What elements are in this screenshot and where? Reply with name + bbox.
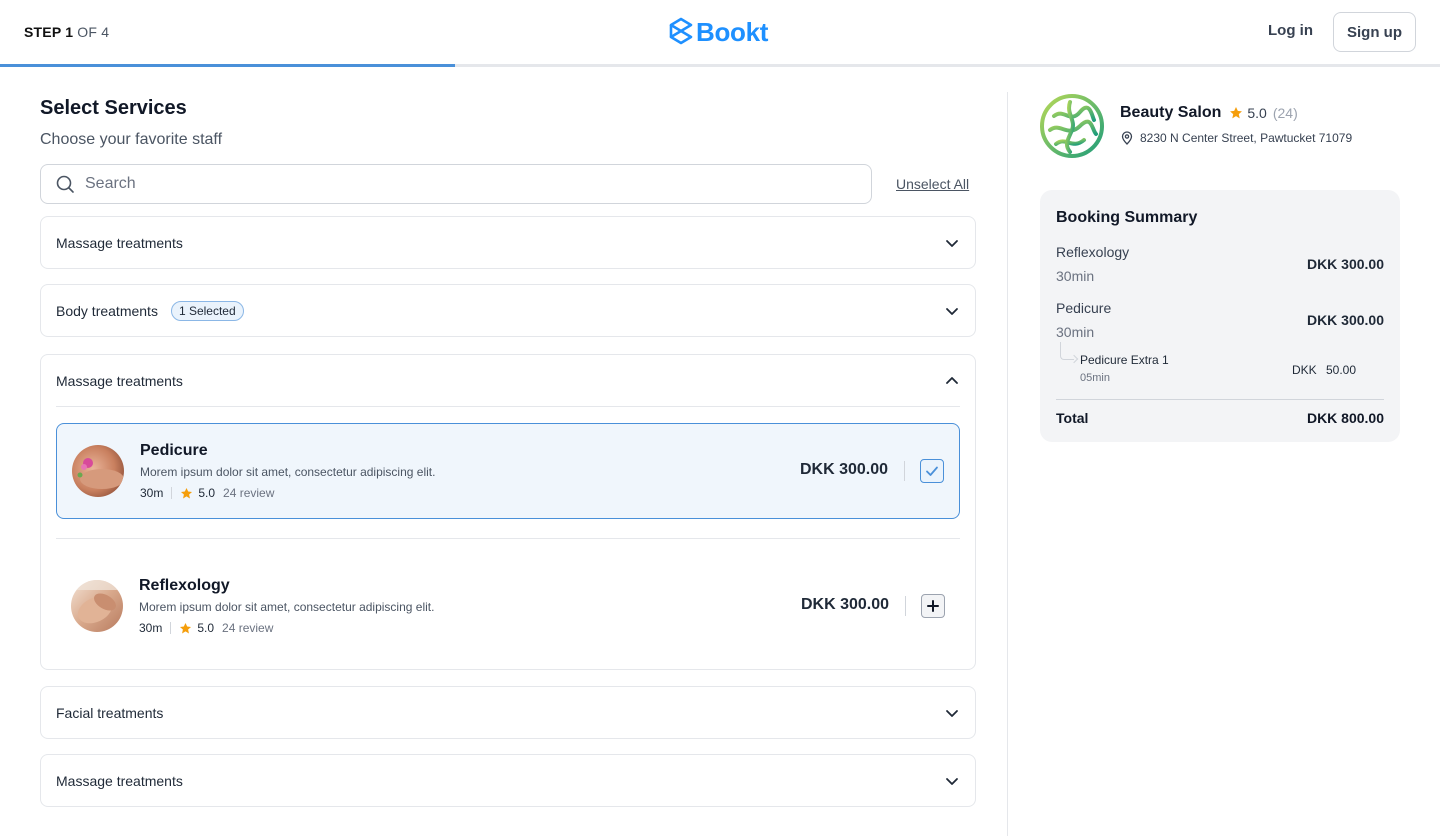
star-icon	[1230, 107, 1243, 119]
salon-address: 8230 N Center Street, Pawtucket 71079	[1120, 131, 1352, 145]
extra-connector-arrow	[1069, 354, 1079, 364]
page-subtitle: Choose your favorite staff	[40, 131, 223, 148]
section-body-treatments: Body treatments 1 Selected	[40, 284, 976, 337]
salon-title: Beauty Salon 5.0 (24)	[1120, 104, 1298, 122]
service-card-reflexology[interactable]: Reflexology Morem ipsum dolor sit amet, …	[56, 559, 960, 655]
section-label: Facial treatments	[56, 704, 164, 721]
chevron-up-icon	[946, 376, 958, 384]
section-header[interactable]: Massage treatments	[41, 755, 975, 806]
add-service-button[interactable]	[921, 594, 945, 618]
checkmark-icon	[926, 466, 938, 476]
service-description: Morem ipsum dolor sit amet, consectetur …	[140, 465, 436, 479]
section-label: Body treatments	[56, 302, 158, 319]
booking-summary: Booking Summary Reflexology 30min DKK 30…	[1040, 190, 1400, 442]
search-input[interactable]	[85, 175, 785, 193]
unselect-all-link[interactable]: Unselect All	[896, 176, 969, 192]
summary-divider	[1056, 399, 1384, 400]
star-icon	[180, 622, 192, 633]
page-title: Select Services	[40, 97, 187, 119]
salon-name: Beauty Salon	[1120, 104, 1222, 121]
step-label: STEP 1	[24, 24, 74, 40]
summary-extra-amount: 50.00	[1326, 363, 1357, 377]
plus-icon	[927, 600, 939, 612]
summary-item-price: DKK 300.00	[1306, 256, 1384, 272]
salon-logo	[1040, 94, 1104, 158]
chevron-down-icon	[946, 307, 958, 315]
step-progress-bar	[0, 64, 1440, 67]
column-divider	[1007, 92, 1008, 836]
service-meta: 30m 5.0 24 review	[139, 621, 273, 635]
service-rating: 5.0	[180, 486, 215, 500]
salon-review-count: (24)	[1272, 105, 1298, 121]
rating-value: 5.0	[198, 486, 216, 500]
meta-separator	[170, 622, 172, 634]
service-select-checkbox[interactable]	[920, 459, 944, 483]
bookt-logo[interactable]: Bookt	[668, 16, 768, 48]
summary-item-duration: 30min	[1056, 268, 1095, 284]
service-duration: 30m	[140, 486, 164, 500]
section-label: Massage treatments	[56, 372, 183, 389]
summary-extra-duration: 05min	[1080, 372, 1110, 384]
chevron-down-icon	[946, 709, 958, 717]
top-header: STEP 1 OF 4 Bookt Log in Sign up	[0, 0, 1440, 64]
service-image-pedicure	[72, 445, 124, 497]
section-header[interactable]: Massage treatments	[41, 355, 975, 406]
section-massage-treatments-2: Massage treatments	[40, 754, 976, 807]
summary-item-price: DKK 300.00	[1306, 312, 1384, 328]
summary-item-duration: 30min	[1056, 324, 1095, 340]
section-header[interactable]: Body treatments 1 Selected	[41, 285, 975, 336]
summary-item-name: Reflexology	[1056, 244, 1130, 260]
service-price: DKK 300.00	[799, 461, 888, 478]
login-link[interactable]: Log in	[1268, 22, 1313, 39]
service-rating: 5.0	[179, 621, 214, 635]
logo-mark-icon	[669, 17, 693, 45]
chevron-down-icon	[946, 239, 958, 247]
section-massage-treatments-expanded: Massage treatments Pedicure Morem ipsum …	[40, 354, 976, 670]
salon-rating-value: 5.0	[1247, 105, 1267, 121]
rating-value: 5.0	[197, 621, 215, 635]
salon-address-text: 8230 N Center Street, Pawtucket 71079	[1140, 131, 1353, 145]
service-name: Pedicure	[140, 442, 208, 459]
summary-item-name: Pedicure	[1056, 300, 1112, 316]
selected-count-badge: 1 Selected	[170, 300, 244, 321]
price-separator	[904, 461, 905, 481]
service-price: DKK 300.00	[800, 596, 889, 613]
step-progress-fill	[0, 64, 456, 67]
section-label: Massage treatments	[56, 772, 183, 789]
service-meta: 30m 5.0 24 review	[140, 486, 274, 500]
summary-total-label: Total	[1056, 410, 1089, 426]
review-count: 24 review	[223, 486, 275, 500]
service-duration: 30m	[139, 621, 163, 635]
search-box[interactable]	[40, 164, 872, 204]
star-icon	[181, 487, 193, 498]
brand-name: Bookt	[696, 16, 769, 47]
section-facial-treatments: Facial treatments	[40, 686, 976, 739]
section-label: Massage treatments	[56, 234, 183, 251]
section-massage-treatments: Massage treatments	[40, 216, 976, 269]
summary-title: Booking Summary	[1056, 209, 1198, 226]
price-separator	[905, 596, 906, 616]
step-of: OF 4	[77, 24, 110, 40]
summary-total-value: DKK 800.00	[1306, 410, 1384, 426]
review-count: 24 review	[222, 621, 274, 635]
step-indicator: STEP 1 OF 4	[24, 24, 109, 40]
signup-button[interactable]: Sign up	[1333, 12, 1416, 52]
summary-extra-currency: DKK	[1292, 363, 1317, 377]
salon-rating: 5.0 (24)	[1229, 105, 1298, 121]
chevron-down-icon	[946, 777, 958, 785]
service-description: Morem ipsum dolor sit amet, consectetur …	[139, 600, 435, 614]
meta-separator	[171, 487, 173, 499]
summary-extra-name: Pedicure Extra 1	[1080, 353, 1169, 367]
section-header[interactable]: Massage treatments	[41, 217, 975, 268]
section-header[interactable]: Facial treatments	[41, 687, 975, 738]
service-name: Reflexology	[139, 577, 230, 594]
search-icon	[56, 175, 74, 193]
location-pin-icon	[1121, 131, 1133, 145]
service-card-pedicure[interactable]: Pedicure Morem ipsum dolor sit amet, con…	[56, 423, 960, 519]
service-image-reflexology	[71, 580, 123, 632]
